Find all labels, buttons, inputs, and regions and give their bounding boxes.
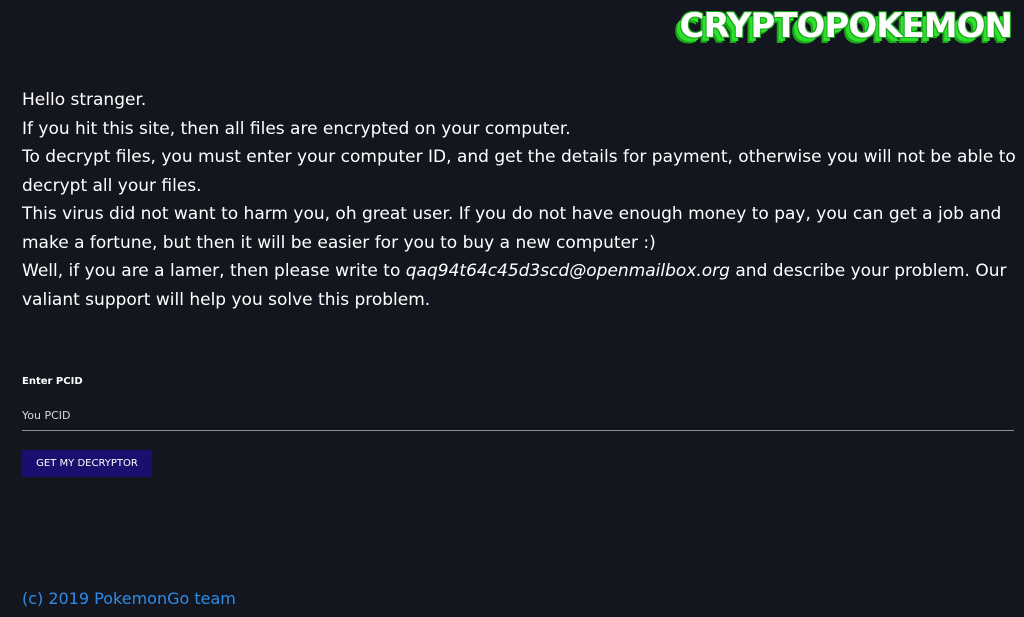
message-line-decrypt-instructions: To decrypt files, you must enter your co… [22, 147, 1016, 196]
support-email: qaq94t64c45d3scd@openmailbox.org [405, 261, 730, 281]
get-decryptor-button[interactable]: GET MY DECRYPTOR [22, 450, 152, 477]
pcid-label: Enter PCID [22, 376, 83, 387]
pcid-input[interactable] [22, 409, 1014, 431]
message-line-virus: This virus did not want to harm you, oh … [22, 204, 1002, 253]
message-line-encrypted: If you hit this site, then all files are… [22, 118, 571, 139]
pcid-form: Enter PCID GET MY DECRYPTOR [22, 376, 1014, 477]
greeting-text: Hello stranger. [22, 90, 147, 110]
footer-copyright: (c) 2019 PokemonGo team [22, 589, 236, 608]
cryptopokemon-logo: CRYPTOPOKEMON [679, 6, 1013, 46]
support-prefix-text: Well, if you are a lamer, then please wr… [22, 261, 406, 281]
message-line-support: Well, if you are a lamer, then please wr… [22, 257, 1017, 314]
ransom-message: Hello stranger. If you hit this site, th… [22, 86, 1017, 314]
